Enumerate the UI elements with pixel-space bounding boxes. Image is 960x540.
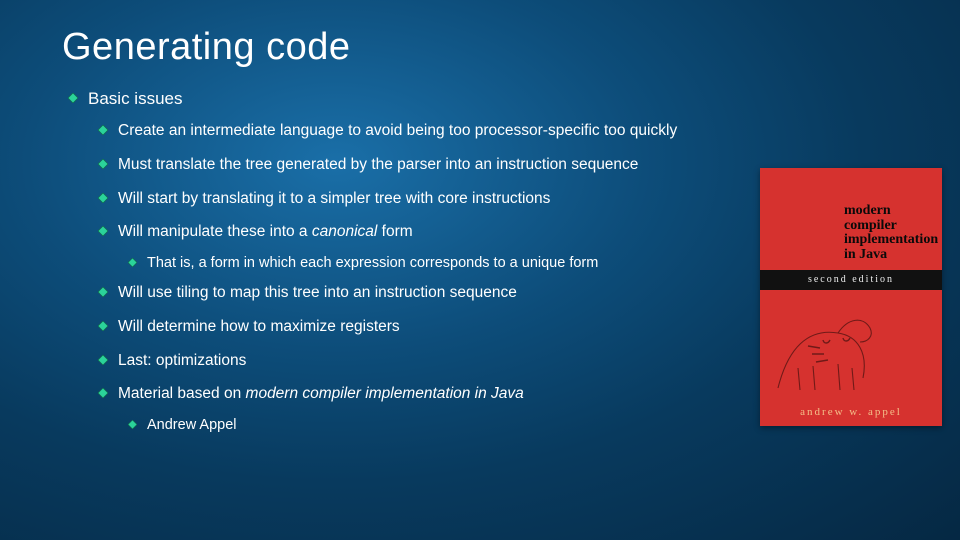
diamond-icon [128,258,137,267]
tiger-illustration [768,298,888,398]
bullet-text: Will start by translating it to a simple… [118,189,550,209]
bullet-text: Create an intermediate language to avoid… [118,121,677,141]
list-item: Will manipulate these into a canonical f… [98,222,700,242]
list-item: Will start by translating it to a simple… [98,189,700,209]
bullet-text: That is, a form in which each expression… [147,254,598,273]
bullet-l1: Basic issues [68,89,700,109]
list-item: Andrew Appel [128,416,700,435]
diamond-icon [98,355,108,365]
slide-content: Basic issues Create an intermediate lang… [0,69,700,435]
list-item: Last: optimizations [98,351,700,371]
bullet-text: Will manipulate these into a canonical f… [118,222,413,242]
bullet-subsublist: That is, a form in which each expression… [128,254,700,273]
diamond-icon [98,159,108,169]
book-author: andrew w. appel [760,406,942,418]
list-item: Will use tiling to map this tree into an… [98,283,700,303]
bullet-text: Basic issues [88,89,182,109]
bullet-text: Must translate the tree generated by the… [118,155,638,175]
diamond-icon [98,125,108,135]
bullet-text: Last: optimizations [118,351,246,371]
list-item: That is, a form in which each expression… [128,254,700,273]
diamond-icon [68,93,78,103]
diamond-icon [98,193,108,203]
bullet-text: Will use tiling to map this tree into an… [118,283,517,303]
bullet-subsublist: Andrew Appel [128,416,700,435]
book-edition: second edition [760,270,942,290]
diamond-icon [128,420,137,429]
book-cover: moderncompilerimplementationin Java seco… [760,168,942,426]
diamond-icon [98,321,108,331]
bullet-text: Material based on modern compiler implem… [118,384,524,404]
list-item: Will determine how to maximize registers [98,317,700,337]
book-title: moderncompilerimplementationin Java [844,204,938,263]
list-item: Create an intermediate language to avoid… [98,121,700,141]
bullet-sublist: Create an intermediate language to avoid… [98,121,700,435]
list-item: Material based on modern compiler implem… [98,384,700,404]
bullet-text: Will determine how to maximize registers [118,317,400,337]
list-item: Must translate the tree generated by the… [98,155,700,175]
slide-title: Generating code [0,0,960,69]
diamond-icon [98,388,108,398]
diamond-icon [98,287,108,297]
bullet-text: Andrew Appel [147,416,236,435]
diamond-icon [98,226,108,236]
